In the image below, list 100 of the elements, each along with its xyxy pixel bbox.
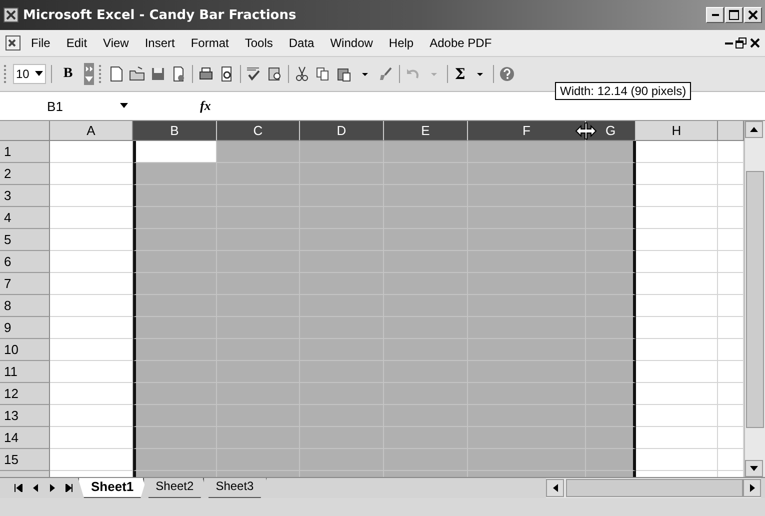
selected-cell[interactable] bbox=[586, 229, 636, 251]
grid-cell[interactable] bbox=[50, 405, 133, 427]
row-header[interactable]: 4 bbox=[0, 207, 50, 229]
research-icon[interactable] bbox=[266, 66, 283, 82]
grid-cell[interactable] bbox=[636, 273, 718, 295]
menu-item[interactable]: Adobe PDF bbox=[422, 34, 499, 52]
row-header[interactable]: 1 bbox=[0, 141, 50, 163]
grid-cell[interactable] bbox=[718, 405, 744, 427]
row-header[interactable]: 7 bbox=[0, 273, 50, 295]
menu-item[interactable]: Window bbox=[323, 34, 380, 52]
sheet-tab[interactable]: Sheet3 bbox=[202, 478, 267, 498]
grid-cell[interactable] bbox=[718, 427, 744, 449]
grid-cell[interactable] bbox=[636, 339, 718, 361]
grid-cell[interactable] bbox=[718, 383, 744, 405]
row-header[interactable]: 11 bbox=[0, 361, 50, 383]
row-header[interactable]: 13 bbox=[0, 405, 50, 427]
row-header[interactable]: 9 bbox=[0, 317, 50, 339]
grid-cell[interactable] bbox=[718, 251, 744, 273]
sheet-tab[interactable]: Sheet1 bbox=[78, 478, 147, 498]
grid-cell[interactable] bbox=[50, 427, 133, 449]
grid-cell[interactable] bbox=[636, 295, 718, 317]
row-header[interactable]: 6 bbox=[0, 251, 50, 273]
grid-cell[interactable] bbox=[50, 361, 133, 383]
selected-cell[interactable] bbox=[586, 273, 636, 295]
row-header[interactable]: 15 bbox=[0, 449, 50, 471]
new-document-icon[interactable] bbox=[108, 66, 124, 82]
save-icon[interactable] bbox=[150, 66, 166, 82]
selected-cell[interactable] bbox=[586, 383, 636, 405]
grid-cell[interactable] bbox=[718, 163, 744, 185]
workbook-icon[interactable] bbox=[4, 35, 22, 51]
grid-cell[interactable] bbox=[718, 141, 744, 163]
print-icon[interactable] bbox=[198, 66, 214, 82]
spelling-check-icon[interactable] bbox=[246, 66, 262, 82]
font-size-dropdown[interactable]: 10 bbox=[13, 64, 46, 84]
selected-cell[interactable] bbox=[586, 361, 636, 383]
column-header[interactable]: G bbox=[586, 121, 636, 141]
insert-function-label[interactable]: fx bbox=[200, 98, 211, 114]
grid-cell[interactable] bbox=[50, 317, 133, 339]
grid-cell[interactable] bbox=[718, 273, 744, 295]
scroll-right-button[interactable] bbox=[743, 479, 761, 497]
grid-cell[interactable] bbox=[718, 361, 744, 383]
menu-item[interactable]: Insert bbox=[138, 34, 182, 52]
grid-cell[interactable] bbox=[718, 207, 744, 229]
row-header[interactable]: 8 bbox=[0, 295, 50, 317]
grid-cell[interactable] bbox=[636, 251, 718, 273]
grid-cell[interactable] bbox=[636, 449, 718, 471]
last-sheet-icon[interactable] bbox=[65, 484, 74, 492]
grid-cell[interactable] bbox=[636, 383, 718, 405]
toolbar-options-icon[interactable] bbox=[84, 63, 94, 85]
grid-cell[interactable] bbox=[50, 273, 133, 295]
column-header[interactable]: A bbox=[50, 121, 133, 141]
selected-cell[interactable] bbox=[586, 427, 636, 449]
grid-cell[interactable] bbox=[50, 229, 133, 251]
grid-cell[interactable] bbox=[718, 185, 744, 207]
menu-item[interactable]: Tools bbox=[238, 34, 280, 52]
row-header[interactable]: 3 bbox=[0, 185, 50, 207]
grid-cell[interactable] bbox=[50, 339, 133, 361]
grid-cell[interactable] bbox=[50, 383, 133, 405]
grid-cell[interactable] bbox=[50, 207, 133, 229]
selected-cell[interactable] bbox=[586, 251, 636, 273]
help-icon[interactable] bbox=[499, 66, 516, 82]
menu-item[interactable]: File bbox=[24, 34, 58, 52]
scroll-up-button[interactable] bbox=[745, 121, 763, 138]
grid-cell[interactable] bbox=[50, 163, 133, 185]
selected-cell[interactable] bbox=[586, 317, 636, 339]
selected-cell[interactable] bbox=[586, 163, 636, 185]
paste-icon[interactable] bbox=[336, 66, 352, 82]
maximize-button[interactable] bbox=[725, 7, 743, 23]
grid-cell[interactable] bbox=[718, 229, 744, 251]
selected-cell[interactable] bbox=[586, 141, 636, 163]
grid-cell[interactable] bbox=[718, 317, 744, 339]
previous-sheet-icon[interactable] bbox=[31, 484, 40, 492]
row-header[interactable]: 5 bbox=[0, 229, 50, 251]
column-header[interactable]: F bbox=[468, 121, 586, 141]
cut-icon[interactable] bbox=[294, 66, 310, 82]
copy-icon[interactable] bbox=[314, 66, 331, 82]
permission-icon[interactable] bbox=[170, 66, 187, 82]
folder-icon[interactable] bbox=[128, 66, 145, 82]
grid-cell[interactable] bbox=[50, 185, 133, 207]
grid-cell[interactable] bbox=[636, 361, 718, 383]
grid-cell[interactable] bbox=[50, 295, 133, 317]
grid-cell[interactable] bbox=[636, 141, 718, 163]
column-header[interactable]: H bbox=[636, 121, 718, 141]
column-header[interactable]: D bbox=[300, 121, 384, 141]
selected-cell[interactable] bbox=[586, 295, 636, 317]
restore-icon[interactable] bbox=[735, 37, 747, 49]
scrollbar-thumb[interactable] bbox=[746, 170, 764, 428]
close-icon[interactable] bbox=[749, 37, 761, 49]
grid-cell[interactable] bbox=[636, 185, 718, 207]
column-header[interactable]: B bbox=[133, 121, 217, 141]
menu-item[interactable]: Help bbox=[382, 34, 421, 52]
grid-cell[interactable] bbox=[636, 405, 718, 427]
column-header[interactable]: E bbox=[384, 121, 468, 141]
row-header[interactable]: 2 bbox=[0, 163, 50, 185]
grid-cell[interactable] bbox=[718, 339, 744, 361]
selected-cell[interactable] bbox=[586, 185, 636, 207]
select-all-corner[interactable] bbox=[0, 121, 50, 141]
grid-cell[interactable] bbox=[636, 317, 718, 339]
selected-cell[interactable] bbox=[586, 449, 636, 471]
scroll-left-button[interactable] bbox=[546, 479, 564, 497]
